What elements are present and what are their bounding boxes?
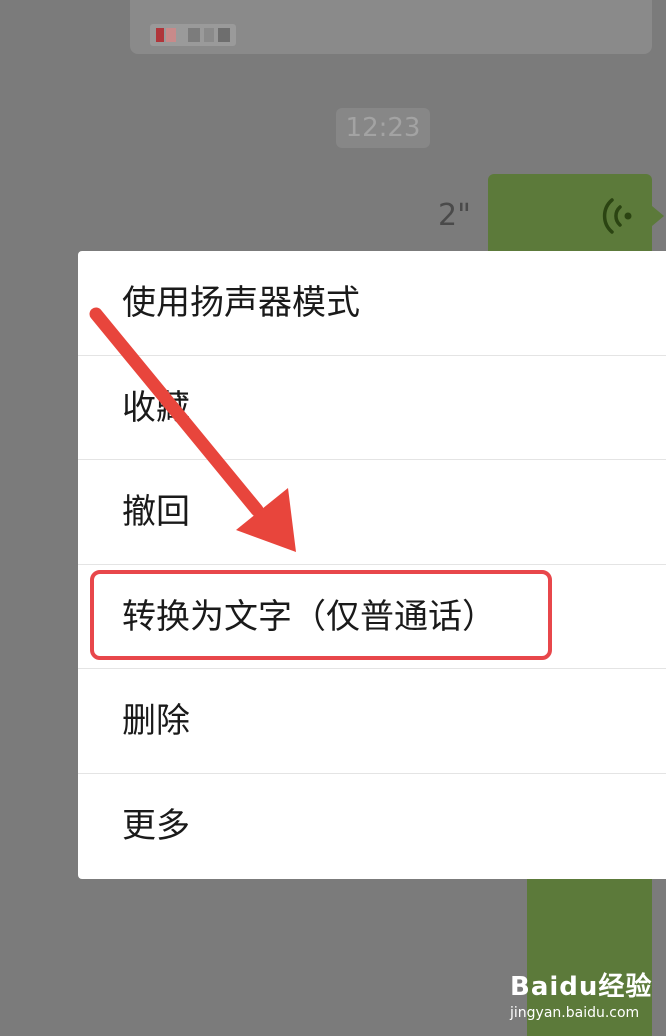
baidu-watermark: Baidu经验 jingyan.baidu.com: [510, 966, 660, 1021]
watermark-url: jingyan.baidu.com: [510, 1005, 640, 1021]
annotation-arrow-icon: [89, 307, 296, 552]
watermark-logo: Baidu经验: [510, 972, 653, 1002]
